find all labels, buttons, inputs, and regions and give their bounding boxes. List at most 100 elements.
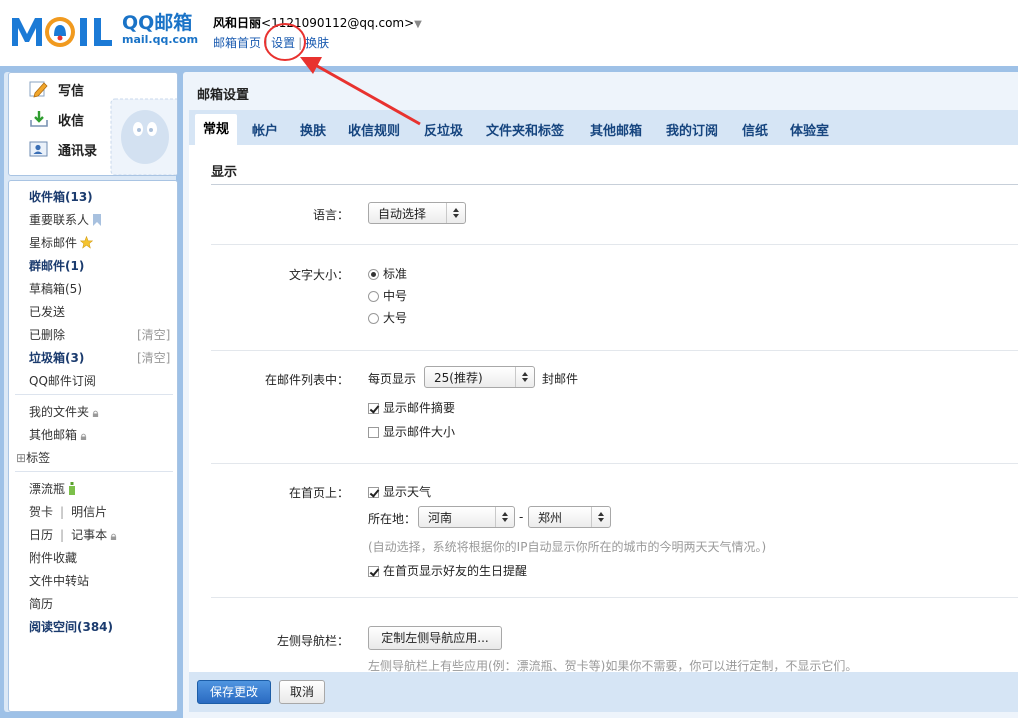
folder-my-folders[interactable]: 我的文件夹 xyxy=(29,402,99,422)
show-weather-option[interactable]: 显示天气 xyxy=(368,483,431,500)
select-arrows-icon xyxy=(446,203,465,223)
tab-anti-spam[interactable]: 反垃圾 xyxy=(424,120,463,139)
tab-account[interactable]: 帐户 xyxy=(252,120,278,139)
option-label: 大号 xyxy=(383,311,408,325)
expand-plus-icon[interactable]: ⊞ xyxy=(16,451,26,465)
fontsize-option-standard[interactable]: 标准 xyxy=(368,265,407,282)
show-size-option[interactable]: 显示邮件大小 xyxy=(368,423,455,440)
app-attachments[interactable]: 附件收藏 xyxy=(29,548,77,568)
province-select[interactable]: 河南 xyxy=(418,506,515,528)
lock-icon xyxy=(92,410,99,417)
clear-deleted-link[interactable]: [清空] xyxy=(137,325,170,345)
folder-starred[interactable]: 星标邮件 xyxy=(29,233,94,253)
divider xyxy=(15,471,173,472)
folder-sent[interactable]: 已发送 xyxy=(29,302,65,322)
city-select[interactable]: 郑州 xyxy=(528,506,611,528)
mail-list-label: 在邮件列表中： xyxy=(264,373,349,387)
checkbox-icon[interactable] xyxy=(368,427,379,438)
folder-label: 其他邮箱 xyxy=(29,428,78,442)
tab-general[interactable]: 常规 xyxy=(195,114,238,145)
contacts-button[interactable]: 通讯录 xyxy=(29,137,139,161)
province-value: 河南 xyxy=(428,511,453,525)
user-account[interactable]: 风和日丽<1121090112@qq.com>▼ xyxy=(213,14,422,31)
tab-folders-tags[interactable]: 文件夹和标签 xyxy=(486,120,564,139)
inbox-button[interactable]: 收信 xyxy=(29,107,139,131)
app-reading-space[interactable]: 阅读空间(384) xyxy=(29,617,113,637)
folder-inbox[interactable]: 收件箱(13) xyxy=(29,187,93,207)
app-greeting-card[interactable]: 贺卡 xyxy=(29,505,53,519)
folder-subscriptions[interactable]: QQ邮件订阅 xyxy=(29,371,96,391)
app-notepad[interactable]: 记事本 xyxy=(71,528,107,542)
link-settings[interactable]: 设置 xyxy=(271,36,295,50)
app-resume[interactable]: 简历 xyxy=(29,594,53,614)
compose-panel: 写信 收信 通讯录 xyxy=(8,72,178,176)
tab-other-mailbox[interactable]: 其他邮箱 xyxy=(590,120,642,139)
tab-stationery[interactable]: 信纸 xyxy=(742,120,768,139)
write-label: 写信 xyxy=(58,83,85,99)
location-dash: - xyxy=(519,510,524,524)
save-button[interactable]: 保存更改 xyxy=(197,680,271,704)
homepage-label: 在首页上： xyxy=(288,486,349,500)
per-page-prefix: 每页显示 xyxy=(368,372,417,386)
birthday-reminder-option[interactable]: 在首页显示好友的生日提醒 xyxy=(368,562,527,579)
qq-penguin-stamp-icon xyxy=(110,98,177,175)
folder-label: 我的文件夹 xyxy=(29,405,90,419)
fontsize-option-medium[interactable]: 中号 xyxy=(368,287,407,304)
location-label: 所在地： xyxy=(368,512,417,526)
app-frame: 写信 收信 通讯录 收件箱(13) 重要联系人 星标邮件 群邮件(1) 草稿箱(… xyxy=(0,66,1018,718)
section-title: 显示 xyxy=(211,165,238,180)
folder-group-mail[interactable]: 群邮件(1) xyxy=(29,256,84,276)
folder-other-mailbox[interactable]: 其他邮箱 xyxy=(29,425,87,445)
per-page-suffix: 封邮件 xyxy=(542,372,579,386)
tab-subscriptions[interactable]: 我的订阅 xyxy=(666,120,718,139)
section-divider xyxy=(211,184,1018,185)
show-summary-option[interactable]: 显示邮件摘要 xyxy=(368,399,455,416)
bookmark-icon xyxy=(93,214,102,226)
contacts-label: 通讯录 xyxy=(58,143,98,159)
app-calendar[interactable]: 日历 xyxy=(29,528,53,542)
folder-spam[interactable]: 垃圾箱(3) xyxy=(29,348,84,368)
radio-selected-icon[interactable] xyxy=(368,269,379,280)
folder-important-contacts[interactable]: 重要联系人 xyxy=(29,210,102,230)
tab-lab[interactable]: 体验室 xyxy=(790,120,829,139)
cancel-button[interactable]: 取消 xyxy=(279,680,325,704)
city-value: 郑州 xyxy=(538,511,563,525)
app-file-transfer[interactable]: 文件中转站 xyxy=(29,571,89,591)
lock-icon xyxy=(110,533,117,540)
folder-tags[interactable]: ⊞标签 xyxy=(16,448,50,468)
left-sidebar: 写信 收信 通讯录 收件箱(13) 重要联系人 星标邮件 群邮件(1) 草稿箱(… xyxy=(4,72,178,712)
select-arrows-icon xyxy=(515,367,534,387)
main-panel: 邮箱设置 常规 帐户 换肤 收信规则 反垃圾 文件夹和标签 其他邮箱 我的订阅 … xyxy=(183,72,1018,718)
per-page-select[interactable]: 25(推荐) xyxy=(424,366,535,388)
app-drift-bottle[interactable]: 漂流瓶 xyxy=(29,479,76,499)
brand: QQ邮箱 mail.qq.com xyxy=(122,12,198,46)
checkbox-checked-icon[interactable] xyxy=(368,403,379,414)
download-arrow-icon xyxy=(30,111,48,127)
write-button[interactable]: 写信 xyxy=(29,77,139,101)
checkbox-checked-icon[interactable] xyxy=(368,566,379,577)
folder-deleted[interactable]: 已删除 xyxy=(29,325,65,345)
qq-mail-logo-icon[interactable] xyxy=(10,10,120,54)
link-separator: | xyxy=(298,36,303,50)
folder-drafts[interactable]: 草稿箱(5) xyxy=(29,279,82,299)
radio-icon[interactable] xyxy=(368,291,379,302)
link-skin[interactable]: 换肤 xyxy=(305,36,329,50)
settings-tabs: 常规 帐户 换肤 收信规则 反垃圾 文件夹和标签 其他邮箱 我的订阅 信纸 体验… xyxy=(189,110,1018,145)
left-nav-hint: 左侧导航栏上有些应用(例：漂流瓶、贺卡等)如果你不需要，你可以进行定制，不显示它… xyxy=(368,659,858,672)
language-select[interactable]: 自动选择 xyxy=(368,202,466,224)
app-label: 漂流瓶 xyxy=(29,482,66,496)
fontsize-label: 文字大小： xyxy=(288,268,349,282)
fontsize-option-large[interactable]: 大号 xyxy=(368,309,407,326)
left-nav-label: 左侧导航栏： xyxy=(276,634,349,648)
checkbox-checked-icon[interactable] xyxy=(368,487,379,498)
app-postcard[interactable]: 明信片 xyxy=(71,505,107,519)
link-separator: | xyxy=(264,36,269,50)
tab-receive-rules[interactable]: 收信规则 xyxy=(348,120,400,139)
chevron-down-icon[interactable]: ▼ xyxy=(414,19,422,30)
link-mail-home[interactable]: 邮箱首页 xyxy=(213,36,261,50)
tab-skin[interactable]: 换肤 xyxy=(300,120,326,139)
clear-spam-link[interactable]: [清空] xyxy=(137,348,170,368)
radio-icon[interactable] xyxy=(368,313,379,324)
customize-nav-button[interactable]: 定制左侧导航应用... xyxy=(368,626,502,650)
option-label: 显示邮件大小 xyxy=(383,425,456,439)
